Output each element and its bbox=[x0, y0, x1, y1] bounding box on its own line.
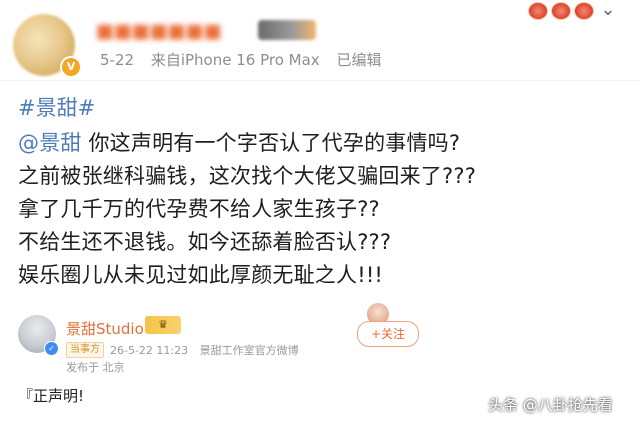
post-line-text: 你这声明有一个字否认了代孕的事情吗? bbox=[81, 131, 461, 155]
post-line: 之前被张继科骗钱，这次找个大佬又骗回来了??? bbox=[18, 164, 477, 188]
screenshot: V ■■■■■■■ ⌄ 5-22 来自iPhone 16 Pro Max 已编辑… bbox=[0, 0, 640, 425]
post-line: 不给生还不退钱。如今还舔着脸否认??? bbox=[18, 230, 392, 254]
watermark: 头条 @八卦抢先看 bbox=[488, 396, 613, 414]
post-source: 来自iPhone 16 Pro Max bbox=[150, 51, 320, 69]
medal-icon bbox=[528, 2, 548, 20]
statement-text: 『正声明! bbox=[18, 387, 85, 405]
mention-link[interactable]: @景甜 bbox=[18, 131, 82, 155]
card-source: 景甜工作室官方微博 bbox=[199, 344, 299, 357]
author-badge-blurred bbox=[258, 20, 316, 40]
medal-icon bbox=[551, 2, 571, 20]
post-line: 拿了几千万的代孕费不给人家生孩子?? bbox=[18, 197, 380, 221]
divider bbox=[0, 80, 640, 81]
vip-badge-icon: V bbox=[60, 56, 82, 78]
hashtag-link[interactable]: #景甜# bbox=[18, 92, 95, 122]
post-date: 5-22 bbox=[100, 51, 135, 69]
badge-row bbox=[528, 2, 594, 20]
card-location: 发布于 北京 bbox=[66, 361, 125, 374]
card-time: 26-5-22 11:23 bbox=[110, 344, 189, 357]
medal-icon bbox=[574, 2, 594, 20]
verified-icon: ✓ bbox=[44, 341, 59, 356]
post-line: @景甜 你这声明有一个字否认了代孕的事情吗? bbox=[18, 127, 628, 160]
post-line: 娱乐圈儿从未见过如此厚颜无耻之人!!! bbox=[18, 263, 384, 287]
more-icon[interactable]: ⌄ bbox=[596, 1, 620, 19]
post-body: @景甜 你这声明有一个字否认了代孕的事情吗? 之前被张继科骗钱，这次找个大佬又骗… bbox=[18, 127, 628, 292]
author-name-blurred[interactable]: ■■■■■■■ bbox=[96, 20, 222, 42]
post-meta: 5-22 来自iPhone 16 Pro Max 已编辑 bbox=[100, 49, 393, 70]
studio-name[interactable]: 景甜Studio bbox=[66, 318, 144, 339]
party-tag: 当事方 bbox=[66, 342, 104, 358]
follow-button[interactable]: +关注 bbox=[357, 321, 419, 347]
crown-icon: ♛ bbox=[145, 316, 181, 334]
post-edited[interactable]: 已编辑 bbox=[336, 51, 381, 69]
card-meta: 26-5-22 11:23 景甜工作室官方微博 bbox=[110, 342, 307, 358]
